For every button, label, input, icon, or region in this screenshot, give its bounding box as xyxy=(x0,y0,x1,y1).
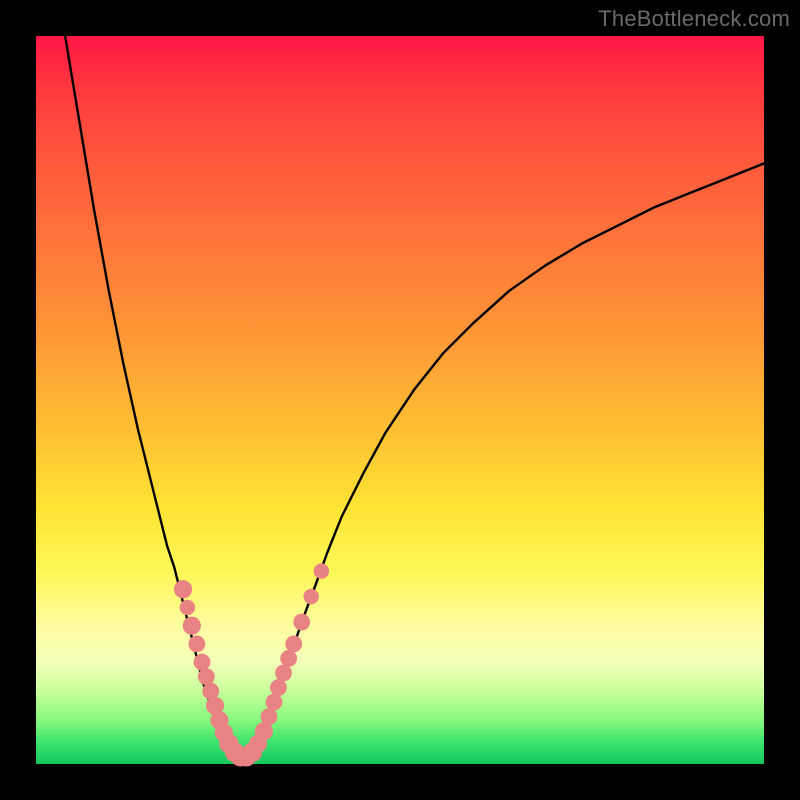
chart-marker xyxy=(180,600,195,615)
chart-frame: TheBottleneck.com xyxy=(0,0,800,800)
chart-plot-area xyxy=(36,36,764,764)
watermark-text: TheBottleneck.com xyxy=(598,6,790,32)
chart-marker xyxy=(188,635,205,652)
chart-svg xyxy=(36,36,764,764)
chart-marker xyxy=(293,614,310,631)
chart-marker xyxy=(194,654,211,671)
chart-marker xyxy=(261,708,278,725)
chart-marker xyxy=(266,694,283,711)
chart-marker xyxy=(285,635,302,652)
chart-marker xyxy=(280,650,297,667)
chart-marker xyxy=(174,580,192,598)
chart-marker xyxy=(303,589,318,604)
chart-curve xyxy=(65,36,764,760)
chart-marker xyxy=(275,665,292,682)
chart-marker xyxy=(198,668,215,685)
chart-marker xyxy=(270,679,287,696)
chart-markers xyxy=(174,563,329,766)
chart-marker xyxy=(314,563,329,578)
chart-marker xyxy=(183,617,201,635)
